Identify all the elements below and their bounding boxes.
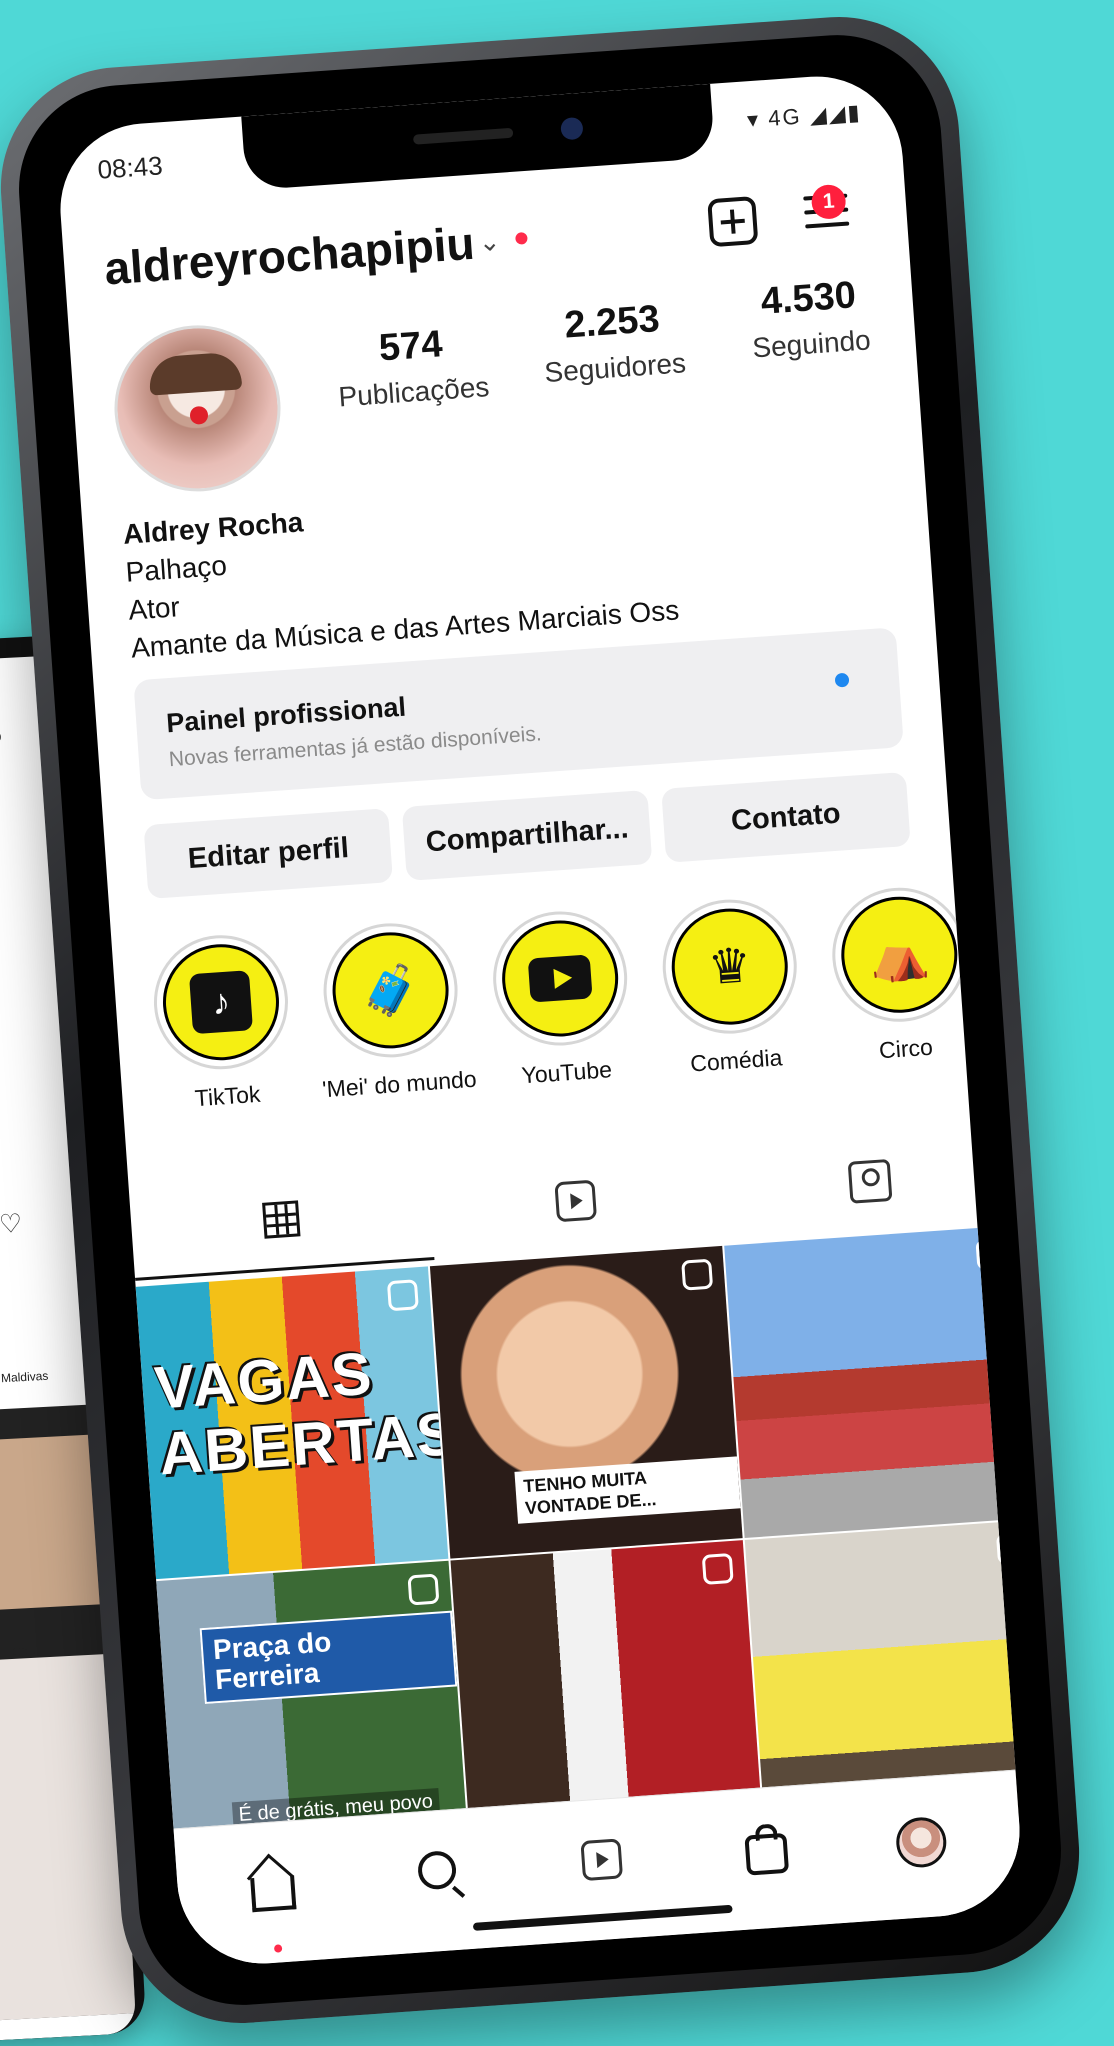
menu-badge: 1 (810, 183, 847, 221)
reel-icon (386, 1279, 419, 1312)
grid-icon (262, 1200, 301, 1239)
stat-followers[interactable]: 2.253 Seguidores (523, 295, 703, 390)
reel-icon (975, 1238, 1008, 1271)
stat-following-value: 4.530 (759, 274, 858, 323)
menu-icon[interactable]: 1 (803, 183, 850, 233)
carousel-icon (995, 1532, 1026, 1565)
background-phone-label-1: Maldivas (0, 1366, 53, 1388)
highlight-label: 'Mei' do mundo (321, 1065, 478, 1103)
highlight-comedia[interactable]: ♛ Comédia (650, 895, 812, 1080)
post-thumbnail[interactable]: TENHO MUITA VONTADE DE... (429, 1245, 743, 1559)
nav-search[interactable] (401, 1849, 474, 1902)
home-indicator (472, 1904, 733, 1931)
suitcase-icon: 🧳 (358, 962, 423, 1020)
dashboard-new-dot (834, 672, 850, 688)
network-type: 4G (767, 103, 803, 131)
username[interactable]: aldreyrochapipiu (103, 216, 477, 296)
stat-following[interactable]: 4.530 Seguindo (727, 272, 892, 366)
highlight-label: YouTube (520, 1056, 613, 1089)
background-phone-link-icon: ∞ (0, 720, 3, 752)
jester-hat-icon: ♛ (706, 939, 754, 996)
highlight-label: TikTok (193, 1080, 262, 1112)
status-signal: ▾ 4G ◢◢▮ (746, 99, 863, 133)
post-caption: VAGAS ABERTAS (152, 1339, 449, 1488)
circus-tent-icon: ⛺ (867, 927, 932, 985)
stat-followers-value: 2.253 (563, 298, 661, 347)
status-time: 08:43 (96, 150, 164, 185)
reel-icon (681, 1258, 714, 1291)
highlight-mei-do-mundo[interactable]: 🧳 'Mei' do mundo (311, 918, 478, 1103)
highlight-label: Comédia (689, 1044, 784, 1077)
highlight-youtube[interactable]: YouTube (481, 906, 643, 1091)
stat-posts-value: 574 (377, 323, 444, 370)
edit-profile-button[interactable]: Editar perfil (143, 808, 394, 900)
tiktok-icon: ♪ (188, 970, 254, 1035)
background-phone-heart-icon: ♡ (0, 1207, 24, 1240)
nav-profile[interactable] (885, 1815, 959, 1880)
nav-reels[interactable] (565, 1837, 638, 1892)
highlight-tiktok[interactable]: ♪ TikTok (141, 930, 303, 1115)
phone-screen: 08:43 ▾ 4G ◢◢▮ aldreyrochapipiu ⌄ 1 574 … (54, 70, 1026, 1970)
post-thumbnail[interactable] (724, 1225, 1026, 1538)
search-icon (416, 1849, 458, 1891)
phone-notch (241, 83, 716, 191)
stat-following-label: Seguindo (751, 324, 872, 364)
create-post-icon[interactable] (707, 195, 759, 248)
front-camera (560, 116, 584, 141)
story-highlights: ♪ TikTok 🧳 'Mei' do mundo YouTube ♛ Comé… (141, 878, 1025, 1140)
post-caption: TENHO MUITA VONTADE DE... (514, 1456, 741, 1524)
profile-avatar-icon (894, 1815, 948, 1870)
stat-followers-label: Seguidores (543, 347, 687, 389)
nav-home[interactable] (236, 1860, 310, 1953)
home-notification-dot (273, 1944, 283, 1953)
chevron-down-icon[interactable]: ⌄ (478, 226, 502, 258)
stat-posts-label: Publicações (337, 371, 491, 413)
reel-icon (407, 1573, 440, 1606)
tab-tagged[interactable] (719, 1150, 1022, 1223)
tab-grid[interactable] (130, 1191, 432, 1258)
reels-icon (554, 1179, 598, 1223)
post-caption: Praça do Ferreira (199, 1610, 458, 1705)
share-profile-button[interactable]: Compartilhar... (402, 789, 653, 881)
youtube-icon (527, 954, 593, 1003)
background-phone-label-2: pipiu (10, 1642, 38, 1659)
profile-bio: Aldrey Rocha Palhaço Ator Amante da Músi… (122, 478, 681, 668)
contact-button[interactable]: Contato (660, 771, 911, 863)
home-icon (250, 1875, 297, 1913)
dashboard-title: Painel profissional (165, 691, 407, 739)
tab-reels[interactable] (425, 1171, 728, 1242)
reel-icon (701, 1552, 734, 1585)
stat-posts[interactable]: 574 Publicações (324, 320, 499, 415)
account-notification-dot (515, 231, 528, 245)
avatar-clown-nose (189, 405, 209, 425)
phone-bezel: 08:43 ▾ 4G ◢◢▮ aldreyrochapipiu ⌄ 1 574 … (12, 28, 1068, 2012)
tagged-icon (847, 1158, 893, 1204)
post-thumbnail[interactable]: VAGAS ABERTAS (135, 1266, 449, 1580)
profile-avatar[interactable] (108, 319, 287, 497)
shopping-bag-icon (744, 1832, 790, 1876)
phone-frame: 08:43 ▾ 4G ◢◢▮ aldreyrochapipiu ⌄ 1 574 … (0, 8, 1088, 2032)
highlight-label: Circo (878, 1033, 934, 1064)
highlight-circo[interactable]: ⛺ Circo (820, 883, 982, 1068)
speaker-grille (412, 127, 514, 145)
nav-shop[interactable] (730, 1826, 804, 1887)
reels-icon (580, 1838, 624, 1882)
avatar-hair (147, 351, 243, 396)
